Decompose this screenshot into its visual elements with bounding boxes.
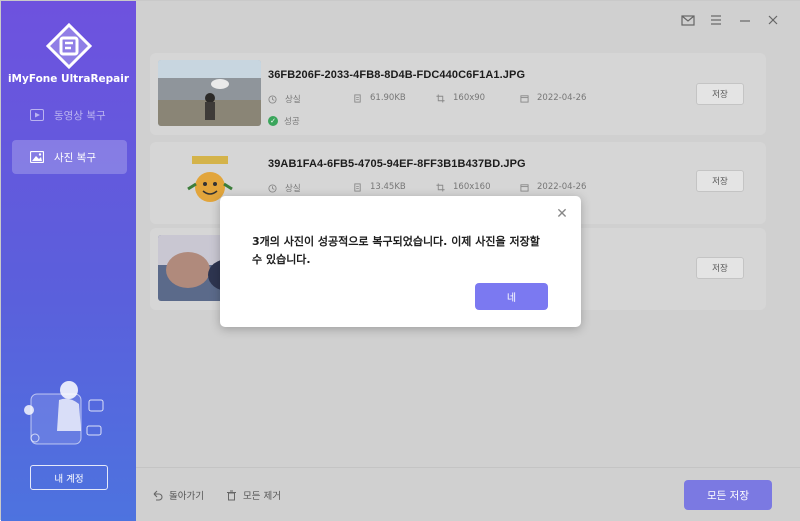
- file-size: 13.45KB: [353, 182, 406, 192]
- save-all-button[interactable]: 모든 저장: [684, 480, 772, 510]
- file-dimensions: 160x90: [436, 93, 485, 103]
- ok-button[interactable]: 네: [475, 283, 548, 310]
- clock-icon: [268, 183, 277, 193]
- my-account-button[interactable]: 내 계정: [30, 465, 108, 490]
- repair-status: ✓ 성공: [268, 115, 300, 127]
- success-dialog: ✕ 3개의 사진이 성공적으로 복구되었습니다. 이제 사진을 저장할 수 있습…: [220, 196, 581, 327]
- crop-icon: [436, 93, 445, 103]
- crop-icon: [436, 182, 445, 192]
- titlebar: [136, 1, 800, 39]
- file-name: 36FB206F-2033-4FB8-8D4B-FDC440C6F1A1.JPG: [268, 69, 526, 81]
- success-check-icon: ✓: [268, 116, 278, 126]
- minimize-icon[interactable]: [738, 13, 752, 27]
- clear-all-button[interactable]: 모든 제거: [226, 488, 281, 502]
- calendar-icon: [520, 183, 529, 192]
- file-dimensions: 160x160: [436, 182, 490, 192]
- app-name: iMyFone UltraRepair: [7, 73, 130, 85]
- app-logo-icon: [46, 23, 92, 69]
- calendar-icon: [520, 94, 529, 103]
- file-size: 61.90KB: [353, 93, 406, 103]
- menu-icon[interactable]: [709, 13, 723, 27]
- file-icon: [354, 93, 361, 103]
- save-button[interactable]: 저장: [696, 83, 744, 105]
- save-button[interactable]: 저장: [696, 257, 744, 279]
- clock-icon: [268, 94, 277, 104]
- file-row: 36FB206F-2033-4FB8-8D4B-FDC440C6F1A1.JPG…: [150, 53, 766, 135]
- trash-icon: [227, 490, 236, 500]
- illustration-image: [24, 381, 104, 445]
- damage-type: 상실: [268, 93, 301, 105]
- sidebar-item-video-repair[interactable]: 동영상 복구: [12, 98, 127, 132]
- sidebar-item-label: 동영상 복구: [54, 109, 106, 122]
- photo-icon: [30, 151, 44, 163]
- footer: 돌아가기 모든 제거 모든 저장: [136, 467, 800, 521]
- back-arrow-icon: [153, 490, 163, 501]
- sidebar: iMyFone UltraRepair 동영상 복구 사진 복구 내 계정: [1, 1, 136, 521]
- back-button[interactable]: 돌아가기: [152, 488, 204, 502]
- close-icon[interactable]: [766, 13, 780, 27]
- file-date: 2022-04-26: [520, 93, 586, 103]
- dialog-message: 3개의 사진이 성공적으로 복구되었습니다. 이제 사진을 저장할 수 있습니다…: [252, 235, 540, 266]
- photo-thumbnail: [158, 60, 261, 126]
- mail-icon[interactable]: [681, 13, 695, 27]
- app-window: iMyFone UltraRepair 동영상 복구 사진 복구 내 계정 36…: [0, 0, 800, 521]
- sidebar-item-label: 사진 복구: [54, 151, 96, 164]
- file-date: 2022-04-26: [520, 182, 586, 192]
- video-icon: [30, 109, 44, 121]
- save-button[interactable]: 저장: [696, 170, 744, 192]
- dialog-close-icon[interactable]: ✕: [555, 207, 569, 221]
- sidebar-item-photo-repair[interactable]: 사진 복구: [12, 140, 127, 174]
- file-name: 39AB1FA4-6FB5-4705-94EF-8FF3B1B437BD.JPG: [268, 158, 526, 170]
- file-icon: [354, 182, 361, 192]
- damage-type: 상실: [268, 182, 301, 194]
